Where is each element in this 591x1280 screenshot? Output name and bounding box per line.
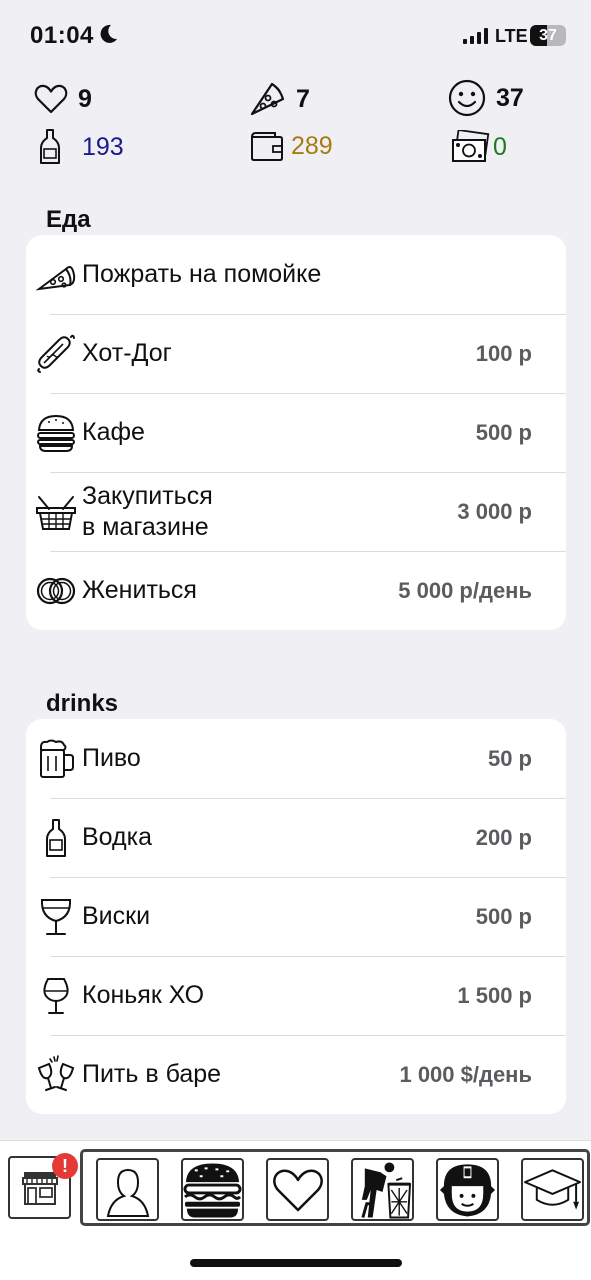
beer-mug-icon (34, 737, 78, 781)
notification-badge: ! (52, 1153, 78, 1179)
tab-profile[interactable] (96, 1158, 159, 1221)
wedding-rings-icon (34, 569, 78, 613)
status-time: 01:04 (30, 22, 94, 49)
shopping-basket-icon (34, 490, 78, 534)
firefighter-icon (439, 1163, 496, 1217)
item-label: Закупиться в магазине (82, 481, 213, 541)
wallet-icon (251, 132, 283, 161)
stat-food: 7 (248, 80, 310, 118)
cheers-glasses-icon (34, 1053, 78, 1097)
heart-icon (272, 1169, 323, 1211)
tab-health[interactable] (266, 1158, 329, 1221)
money-value: 289 (291, 131, 333, 160)
tab-bar (80, 1149, 590, 1226)
hotdog-icon (34, 332, 78, 376)
section-title-drinks: drinks (46, 690, 119, 717)
stat-alcohol: 193 (38, 128, 124, 166)
pizza-slice-icon (34, 253, 78, 297)
bottle-icon (40, 129, 60, 164)
item-label: Жениться (82, 576, 197, 604)
tab-education[interactable] (521, 1158, 584, 1221)
list-item[interactable]: Хот-Дог 100 р (26, 314, 566, 393)
tab-food[interactable] (181, 1158, 244, 1221)
list-item[interactable]: Пожрать на помойке (26, 235, 566, 314)
burger-icon (34, 411, 78, 455)
list-item[interactable]: Пиво 50 р (26, 719, 566, 798)
home-indicator (190, 1259, 402, 1267)
graduation-cap-icon (523, 1168, 582, 1210)
vodka-bottle-icon (34, 816, 78, 860)
list-item[interactable]: Пить в баре 1 000 $/день (26, 1035, 566, 1114)
item-price: 5 000 р/день (398, 577, 532, 603)
food-list: Пожрать на помойке Хот-Дог 100 р Кафе 50… (26, 235, 566, 630)
item-price: 50 р (487, 745, 532, 771)
battery-level: 37 (539, 27, 557, 44)
food-value: 7 (296, 84, 310, 113)
cognac-glass-icon (34, 974, 78, 1018)
list-item[interactable]: Кафе 500 р (26, 393, 566, 472)
tab-work[interactable] (351, 1158, 414, 1221)
item-label: Кафе (82, 418, 145, 446)
bottom-bar: ! (0, 1140, 591, 1280)
cash-value: 0 (493, 132, 507, 161)
stat-mood: 37 (448, 79, 524, 117)
stat-health: 9 (34, 82, 92, 116)
item-label: Коньяк ХО (82, 981, 205, 1009)
battery-icon: 37 (530, 25, 566, 46)
item-label: Пожрать на помойке (82, 260, 322, 288)
item-price: 1 000 $/день (399, 1061, 532, 1087)
profile-icon (106, 1168, 149, 1217)
whisky-glass-icon (34, 895, 78, 939)
item-price: 3 000 р (457, 498, 532, 524)
item-price: 500 р (475, 903, 532, 929)
alcohol-value: 193 (82, 132, 124, 161)
cash-icon (452, 130, 490, 162)
trash-person-icon (361, 1161, 412, 1219)
burger-icon (183, 1162, 242, 1218)
moon-icon (100, 24, 117, 43)
section-title-food: Еда (46, 206, 91, 233)
mood-value: 37 (496, 83, 524, 112)
heart-icon (34, 84, 68, 114)
item-label: Пиво (82, 744, 141, 772)
list-item[interactable]: Коньяк ХО 1 500 р (26, 956, 566, 1035)
list-item[interactable]: Жениться 5 000 р/день (26, 551, 566, 630)
signal-icon (463, 28, 488, 44)
drinks-list: Пиво 50 р Водка 200 р Виски 500 р Коньяк… (26, 719, 566, 1114)
smiley-icon (448, 79, 486, 117)
item-price: 1 500 р (457, 982, 532, 1008)
item-label: Хот-Дог (82, 339, 172, 367)
item-price: 100 р (475, 340, 532, 366)
health-value: 9 (78, 84, 92, 113)
item-label: Пить в баре (82, 1060, 222, 1088)
list-item[interactable]: Виски 500 р (26, 877, 566, 956)
item-label: Водка (82, 823, 153, 851)
item-label: Виски (82, 902, 151, 930)
list-item[interactable]: Водка 200 р (26, 798, 566, 877)
list-item[interactable]: Закупиться в магазине 3 000 р (26, 472, 566, 551)
item-price: 200 р (475, 824, 532, 850)
status-bar: 01:04 LTE 37 (0, 0, 591, 70)
stat-cash: 0 (450, 130, 507, 164)
item-price: 500 р (475, 419, 532, 445)
pizza-icon (250, 82, 285, 116)
stat-money: 289 (249, 130, 333, 162)
network-type: LTE (495, 26, 528, 46)
tab-firefighter[interactable] (436, 1158, 499, 1221)
